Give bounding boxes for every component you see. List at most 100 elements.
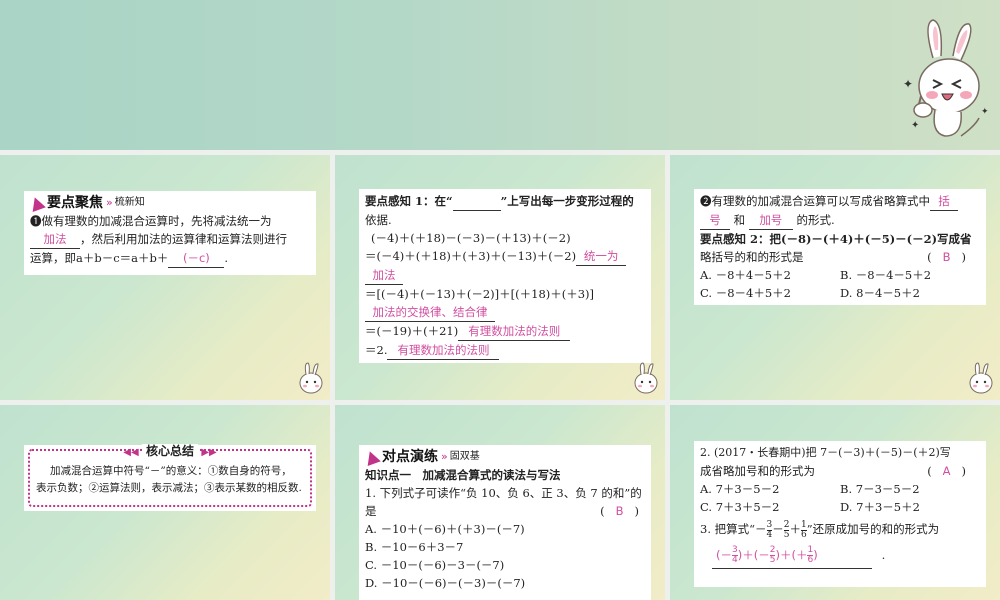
annotation-1a: 统一为	[576, 247, 627, 266]
q3-answer: (－ 3 4)＋(－ 2 5)＋(＋ 1 6)	[712, 542, 872, 569]
choice-c: C. 7＋3＋5－2	[700, 500, 780, 514]
q3-end: .	[881, 548, 886, 562]
q2-choices-row2: C. 7＋3＋5－2 D. 7＋3－5＋2	[700, 498, 980, 516]
header-marker-icon	[28, 194, 46, 212]
p2-choices-row1: A. －8＋4－5＋2 B. －8－4－5＋2	[700, 266, 980, 284]
q2-line2: 号 和 加号 的形式.	[700, 211, 980, 230]
paren-left: (	[927, 464, 932, 478]
choice-b: B. －8－4－5＋2	[840, 268, 932, 282]
p2-answer: B	[942, 250, 951, 264]
q1-text-c: 运算，即a＋b－c＝a＋b＋	[30, 251, 169, 265]
summary-line2: 表示负数；②运算法则，表示减法；③表示某数的相反数.	[36, 480, 304, 497]
annotation-line: 加法	[365, 266, 645, 285]
choice-c: C. －8－4＋5＋2	[700, 286, 791, 300]
expr-1: (－4)＋(＋18)－(－3)－(＋13)＋(－2)	[371, 231, 571, 245]
annotation-1b: 加法	[365, 266, 403, 285]
q2-text-a: 有理数的加减混合运算可以写成省略算式中	[711, 194, 931, 208]
p2-text-b: 略括号的和的形式是	[700, 250, 804, 264]
q2-text-b: 成省略加号和的形式为	[700, 464, 815, 478]
p2-line2: 略括号的和的形式是 ( B )	[700, 248, 980, 266]
paren-left: (	[600, 504, 605, 518]
knowledge-point: 知识点一 加减混合算式的读法与写法	[365, 466, 645, 484]
slide-perception-2: ❷有理数的加减混合运算可以写成省略算式中括 号 和 加号 的形式. 要点感知 2…	[670, 155, 1000, 400]
section-title: 对点演练	[382, 449, 438, 465]
choice-b: B. 7－3－5－2	[840, 482, 920, 496]
q2-line2: 成省略加号和的形式为 ( A )	[700, 462, 980, 480]
p1-text-c: 依据.	[365, 213, 392, 227]
q1-text-b: 是	[365, 504, 377, 518]
slide-exercises: 2. (2017・长春期中)把 7－(－3)＋(－5)－(＋2)写 成省略加号和…	[670, 405, 1000, 600]
q1-line1: 1. 下列式子可读作“负 10、负 6、正 3、负 7 的和”的	[365, 484, 645, 502]
q2-answer-slot: ( A )	[927, 462, 966, 480]
q1-line2: 是 ( B )	[365, 502, 645, 520]
q3-text-b: ”还原成加号的和的形式为	[806, 522, 940, 536]
expr-3: ＝[(－4)＋(－13)＋(－2)]＋[(＋18)＋(＋3)]	[365, 287, 595, 301]
q1-line3: 运算，即a＋b－c＝a＋b＋ (－c).	[30, 249, 310, 268]
expr-4: ＝(－19)＋(＋21)	[365, 324, 459, 338]
p2-choices-row2: C. －8－4＋5＋2 D. 8－4－5＋2	[700, 284, 980, 302]
q2-answer: A	[942, 464, 951, 478]
ans-open-1: (－	[716, 548, 732, 562]
p1-line2: 依据.	[365, 211, 645, 229]
p1-text-b: ”上写出每一步变形过程的	[500, 194, 634, 208]
paren-left: (	[927, 250, 932, 264]
expr-5: ＝2.	[365, 343, 388, 357]
choice-b: B. －10－6＋3－7	[365, 540, 464, 554]
svg-text:✦: ✦	[903, 77, 913, 91]
q1-end: .	[224, 251, 229, 265]
op-minus: －	[772, 522, 784, 536]
annotation-4: 有理数加法的法则	[387, 341, 500, 360]
summary-line1: 加减混合运算中符号“－”的意义：①数自身的符号，	[36, 463, 304, 480]
section-header: 对点演练 » 固双基	[363, 448, 645, 466]
svg-text:✦: ✦	[911, 120, 919, 131]
q1-blank1: 加法	[30, 230, 80, 249]
choice-d: D. 8－4－5＋2	[840, 286, 920, 300]
p2-text-a: 要点感知 2：把(－8)－(＋4)＋(－5)－(－2)写成省	[700, 232, 972, 246]
bunny-corner-icon	[634, 362, 658, 394]
p1-empty-blank	[452, 192, 501, 211]
q1-blank2: (－c)	[168, 249, 225, 268]
q1-line1: ❶做有理数的加减混合运算时，先将减法统一为	[30, 212, 310, 230]
exercises-card: 2. (2017・长春期中)把 7－(－3)＋(－5)－(＋2)写 成省略加号和…	[694, 441, 986, 587]
q2-line1: 2. (2017・长春期中)把 7－(－3)＋(－5)－(＋2)写	[700, 444, 980, 462]
paren-right: )	[961, 464, 967, 478]
q1-text-a: 1. 下列式子可读作“负 10、负 6、正 3、负 7 的和”的	[365, 486, 642, 500]
q2-blank1a: 括	[930, 192, 958, 211]
chevron-right-icon: »	[441, 450, 448, 463]
ans-open-2: (－	[753, 548, 770, 562]
slide-core-summary: ◀◀ 核心总结 ▶▶ 加减混合运算中符号“－”的意义：①数自身的符号， 表示负数…	[0, 405, 330, 600]
q1-number: ❶	[30, 214, 42, 228]
svg-text:✦: ✦	[981, 107, 989, 117]
expr-line4: ＝(－19)＋(＋21) 有理数加法的法则	[365, 322, 645, 341]
bunny-corner-icon	[299, 362, 323, 394]
q2-blank2: 加号	[748, 211, 793, 230]
q2-and: 和	[733, 213, 746, 227]
q1-answer: B	[615, 504, 624, 518]
q1-text-b: ，然后利用加法的运算律和运算法则进行	[80, 232, 287, 246]
annotation-line2: 加法的交换律、结合律	[365, 303, 645, 322]
annotation-2: 加法的交换律、结合律	[365, 303, 495, 322]
p2-line1: 要点感知 2：把(－8)－(＋4)＋(－5)－(－2)写成省	[700, 230, 980, 248]
bunny-thumbs-up-icon: ✦ ✦ ✦	[903, 19, 989, 137]
q2-blank1b: 号	[700, 211, 730, 230]
choice-a: A. －10＋(－6)＋(＋3)－(－7)	[365, 522, 525, 536]
annotation-3: 有理数加法的法则	[458, 322, 571, 341]
summary-text-b: 表示负数；②运算法则，表示减法；③表示某数的相反数.	[36, 482, 302, 494]
paren-right: )	[961, 250, 967, 264]
summary-title: 核心总结	[141, 444, 198, 458]
op-plus: ＋	[789, 522, 801, 536]
q2-choices-row1: A. 7＋3－5－2 B. 7－3－5－2	[700, 480, 980, 498]
choice-c: C. －10－(－6)－3－(－7)	[365, 558, 505, 572]
choice-a: A. 7＋3－5－2	[700, 482, 780, 496]
top-slide: ✦ ✦ ✦	[0, 0, 1000, 150]
slide-key-points: 要点聚焦 » 梳新知 ❶做有理数的加减混合运算时，先将减法统一为 加法 ，然后利用…	[0, 155, 330, 400]
q1-text-a: 做有理数的加减混合运算时，先将减法统一为	[41, 214, 272, 228]
summary-title-bar: ◀◀ 核心总结 ▶▶	[123, 444, 217, 458]
slide-practice: 对点演练 » 固双基 知识点一 加减混合算式的读法与写法 1. 下列式子可读作“…	[335, 405, 665, 600]
ans-plus-2: ＋	[779, 548, 792, 562]
expr-2: ＝(－4)＋(＋18)＋(＋3)＋(－13)＋(－2)	[365, 249, 577, 263]
q3-line1: 3. 把算式“－ 3 4 － 2 5 ＋ 1 6 ”还原成加号的和的形式为	[700, 516, 980, 542]
chevron-right-icon: »	[106, 196, 113, 209]
summary-frame: ◀◀ 核心总结 ▶▶ 加减混合运算中符号“－”的意义：①数自身的符号， 表示负数…	[28, 444, 312, 507]
perception-1-card: 要点感知 1：在“ ”上写出每一步变形过程的 依据. (－4)＋(＋18)－(－…	[359, 189, 651, 363]
